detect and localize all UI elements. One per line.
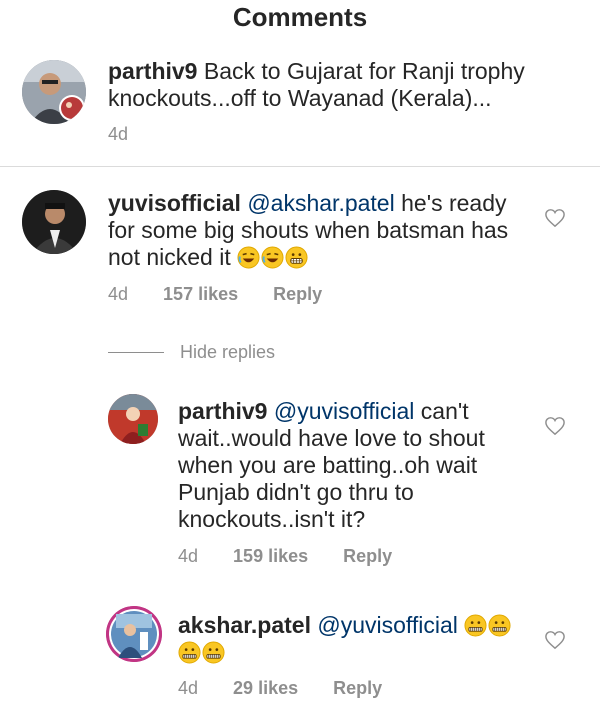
comment-time: 4d	[178, 678, 199, 698]
mention-link[interactable]: @akshar.patel	[247, 190, 394, 216]
heart-icon[interactable]	[544, 416, 566, 436]
heart-icon[interactable]	[544, 208, 566, 228]
comment-username[interactable]: parthiv9	[178, 398, 267, 424]
comment-text: yuvisofficial @akshar.patel he's ready f…	[108, 190, 528, 271]
comments-header: Comments	[0, 0, 600, 36]
rofl-emoji	[237, 246, 260, 269]
emoji-group	[464, 612, 512, 638]
comment-time: 4d	[178, 546, 199, 566]
comment-text: parthiv9 Back to Gujarat for Ranji troph…	[108, 58, 548, 112]
reply-button[interactable]: Reply	[333, 678, 382, 698]
comment-username[interactable]: akshar.patel	[178, 612, 311, 638]
emoji-group	[178, 639, 226, 665]
grimacing-emoji	[285, 246, 308, 269]
zipper-mouth-emoji	[178, 641, 201, 664]
comment-meta: 4d	[108, 124, 158, 145]
comment-meta: 4d 159 likes Reply	[178, 546, 422, 567]
comment-text: parthiv9 @yuvisofficial can't wait..woul…	[178, 398, 528, 533]
likes-count[interactable]: 159 likes	[233, 546, 308, 566]
comment-username[interactable]: parthiv9	[108, 58, 197, 84]
mention-link[interactable]: @yuvisofficial	[317, 612, 458, 638]
avatar[interactable]	[106, 606, 162, 662]
hide-replies-button[interactable]: Hide replies	[108, 340, 275, 364]
avatar[interactable]	[22, 190, 86, 254]
comment-time: 4d	[108, 284, 129, 304]
page-title: Comments	[232, 2, 368, 32]
comment-text: akshar.patel @yuvisofficial	[178, 612, 538, 666]
reply-button[interactable]: Reply	[273, 284, 322, 304]
likes-count[interactable]: 157 likes	[163, 284, 238, 304]
likes-count[interactable]: 29 likes	[233, 678, 298, 698]
heart-icon[interactable]	[544, 630, 566, 650]
zipper-mouth-emoji	[464, 614, 487, 637]
zipper-mouth-emoji	[202, 641, 225, 664]
emoji-group	[237, 244, 309, 270]
comment-meta: 4d 29 likes Reply	[178, 678, 412, 699]
avatar[interactable]	[22, 60, 86, 124]
divider	[0, 166, 600, 167]
comment-meta: 4d 157 likes Reply	[108, 284, 352, 305]
reply-button[interactable]: Reply	[343, 546, 392, 566]
comment-time: 4d	[108, 124, 129, 144]
avatar[interactable]	[108, 394, 158, 444]
rofl-emoji	[261, 246, 284, 269]
mention-link[interactable]: @yuvisofficial	[274, 398, 415, 424]
hide-replies-label: Hide replies	[180, 341, 276, 362]
zipper-mouth-emoji	[488, 614, 511, 637]
comment-username[interactable]: yuvisofficial	[108, 190, 241, 216]
hide-replies-line	[108, 351, 164, 353]
